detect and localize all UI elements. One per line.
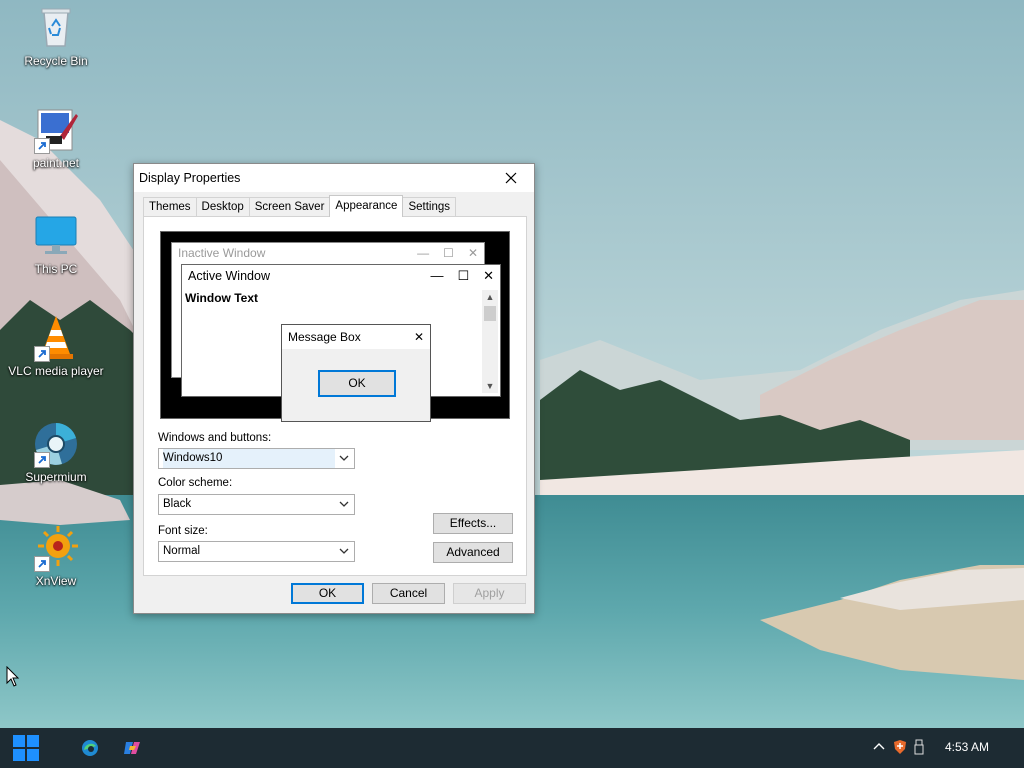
minimize-icon: — <box>430 268 444 283</box>
desktop-icon-label: XnView <box>35 574 77 588</box>
maximize-icon: ☐ <box>457 268 470 283</box>
show-hidden-icons-button[interactable] <box>873 741 885 756</box>
cancel-button[interactable]: Cancel <box>372 583 445 604</box>
message-box-ok-button: OK <box>318 370 396 397</box>
close-icon: ✕ <box>467 246 478 260</box>
desktop-icon-label: Recycle Bin <box>24 54 88 68</box>
chevron-up-icon <box>873 742 885 749</box>
tray-security-button[interactable] <box>893 739 907 758</box>
tab-strip: Themes Desktop Screen Saver Appearance S… <box>143 195 457 217</box>
close-icon: ✕ <box>483 268 494 283</box>
desktop-icon-label: paint.net <box>32 156 80 170</box>
tab-appearance[interactable]: Appearance <box>329 195 404 217</box>
shield-icon <box>894 739 906 754</box>
apply-button[interactable]: Apply <box>453 583 526 604</box>
color-scheme-select[interactable]: Black <box>158 494 355 515</box>
effects-button[interactable]: Effects... <box>433 513 513 534</box>
desktop-icon-paintnet[interactable]: paint.net <box>1 106 111 170</box>
close-icon: ✕ <box>413 330 424 344</box>
system-tray <box>873 728 925 768</box>
desktop-icon-label: This PC <box>34 262 78 276</box>
close-icon <box>505 172 517 184</box>
start-button[interactable] <box>12 734 40 762</box>
desktop-icon-vlc[interactable]: VLC media player <box>1 314 111 378</box>
taskbar-clock[interactable]: 4:53 AM <box>945 740 989 754</box>
maximize-icon: ☐ <box>443 246 454 260</box>
desktop-icon-recycle-bin[interactable]: Recycle Bin <box>1 4 111 68</box>
tray-usb-button[interactable] <box>913 739 925 758</box>
supermium-icon <box>32 420 80 468</box>
chevron-down-icon <box>337 495 351 521</box>
chevron-down-icon <box>337 542 351 568</box>
dialog-title: Display Properties <box>139 171 241 185</box>
usb-drive-icon <box>914 739 924 754</box>
color-scheme-value: Black <box>163 498 192 510</box>
taskbar-edge-button[interactable] <box>80 738 100 758</box>
chevron-down-icon <box>337 449 351 475</box>
shortcut-arrow-icon <box>34 452 50 468</box>
windows-logo-icon <box>13 735 39 761</box>
paintnet-icon <box>32 106 80 154</box>
monitor-icon <box>32 212 80 260</box>
windows-buttons-select[interactable]: Windows10 <box>158 448 355 469</box>
dialog-titlebar[interactable]: Display Properties <box>134 164 534 192</box>
scroll-thumb <box>484 306 496 321</box>
preview-scrollbar: ▲ ▼ <box>482 290 498 393</box>
display-properties-dialog: Display Properties Themes Desktop Screen… <box>133 163 535 614</box>
appearance-panel: Inactive Window — ☐ ✕ Active Window — ☐ … <box>143 216 527 576</box>
ok-button[interactable]: OK <box>291 583 364 604</box>
message-box-title: Message Box <box>288 330 361 344</box>
taskbar: 4:53 AM <box>0 728 1024 768</box>
shortcut-arrow-icon <box>34 346 50 362</box>
edge-icon <box>82 740 98 756</box>
desktop-icon-label: Supermium <box>25 470 87 484</box>
recycle-bin-icon <box>32 4 80 52</box>
advanced-button[interactable]: Advanced <box>433 542 513 563</box>
windows-buttons-label: Windows and buttons: <box>158 432 272 444</box>
appearance-preview: Inactive Window — ☐ ✕ Active Window — ☐ … <box>160 231 510 422</box>
tab-themes[interactable]: Themes <box>143 197 197 217</box>
mouse-cursor-icon <box>6 665 20 691</box>
tab-screen-saver[interactable]: Screen Saver <box>248 197 331 217</box>
font-size-label: Font size: <box>158 525 208 537</box>
taskbar-copilot-button[interactable] <box>122 738 142 758</box>
preview-active-title: Active Window <box>188 269 270 283</box>
vlc-cone-icon <box>32 314 80 362</box>
desktop-icon-label: VLC media player <box>8 364 104 378</box>
close-button[interactable] <box>488 164 534 192</box>
desktop-icon-this-pc[interactable]: This PC <box>1 212 111 276</box>
tab-desktop[interactable]: Desktop <box>195 197 250 217</box>
copilot-icon <box>124 742 140 754</box>
preview-inactive-title: Inactive Window <box>178 246 266 260</box>
windows-buttons-value: Windows10 <box>163 449 335 468</box>
tab-settings[interactable]: Settings <box>402 197 457 217</box>
shortcut-arrow-icon <box>34 138 50 154</box>
scroll-down-icon: ▼ <box>485 381 495 391</box>
desktop-icon-supermium[interactable]: Supermium <box>1 420 111 484</box>
minimize-icon: — <box>417 246 430 260</box>
xnview-icon <box>32 524 80 572</box>
preview-active-window: Active Window — ☐ ✕ Window Text ▲ ▼ Mess… <box>181 264 501 422</box>
color-scheme-label: Color scheme: <box>158 477 233 489</box>
font-size-select[interactable]: Normal <box>158 541 355 562</box>
scroll-up-icon: ▲ <box>485 292 495 302</box>
preview-window-text: Window Text <box>185 291 258 305</box>
shortcut-arrow-icon <box>34 556 50 572</box>
font-size-value: Normal <box>163 545 201 557</box>
preview-message-box: Message Box ✕ OK <box>281 324 431 422</box>
desktop-icon-xnview[interactable]: XnView <box>1 524 111 588</box>
